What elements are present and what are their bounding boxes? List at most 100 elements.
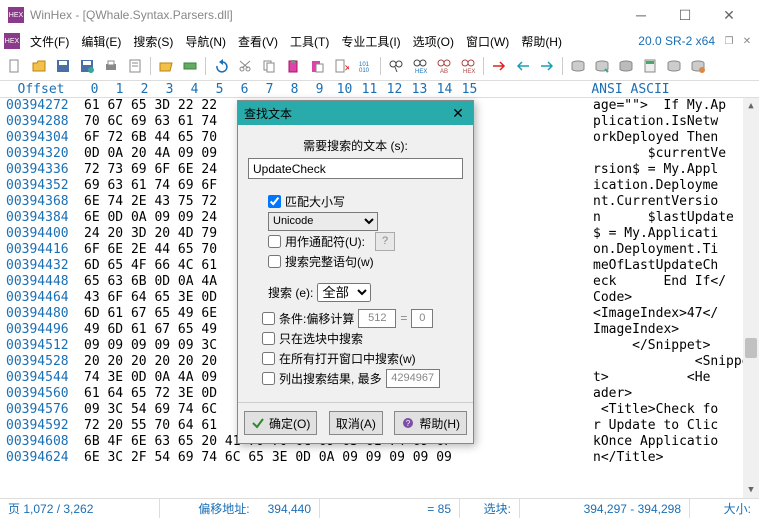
offset-header: Offset — [0, 82, 82, 97]
byte-col-header: 2 — [132, 82, 157, 97]
open-icon[interactable] — [28, 55, 50, 77]
copy-icon[interactable] — [258, 55, 280, 77]
menu-search[interactable]: 搜索(S) — [127, 31, 179, 52]
menu-nav[interactable]: 导航(N) — [179, 31, 232, 52]
disk5-icon[interactable] — [687, 55, 709, 77]
menu-file[interactable]: 文件(F) — [24, 31, 75, 52]
whole-words-checkbox[interactable] — [268, 255, 281, 268]
goto-icon[interactable] — [488, 55, 510, 77]
menu-tools[interactable]: 工具(T) — [284, 31, 335, 52]
menu-protools[interactable]: 专业工具(I) — [335, 31, 406, 52]
minimize-button[interactable]: ─ — [619, 1, 663, 29]
byte-col-header: 6 — [232, 82, 257, 97]
help-icon: ? — [401, 416, 415, 430]
find-text-dialog: 查找文本 ✕ 需要搜索的文本 (s): 匹配大小写 Unicode 用作通配符(… — [237, 100, 474, 444]
back-icon[interactable] — [512, 55, 534, 77]
scroll-down-icon[interactable]: ▼ — [743, 482, 759, 498]
all-windows-label: 在所有打开窗口中搜索(w) — [279, 350, 416, 367]
byte-col-header: 12 — [382, 82, 407, 97]
match-case-checkbox[interactable] — [268, 195, 281, 208]
svg-text:010: 010 — [359, 68, 370, 74]
byte-col-header: 5 — [207, 82, 232, 97]
svg-text:HEX: HEX — [463, 69, 475, 74]
new-icon[interactable] — [4, 55, 26, 77]
svg-text:AB: AB — [440, 69, 448, 74]
scroll-up-icon[interactable]: ▲ — [743, 98, 759, 114]
whole-words-label: 搜索完整语句(w) — [285, 253, 374, 270]
cond-offset-checkbox[interactable] — [262, 312, 275, 325]
check-icon — [251, 416, 265, 430]
list-max-input[interactable] — [386, 369, 440, 388]
svg-text:HEX: HEX — [415, 69, 427, 74]
find-icon[interactable] — [385, 55, 407, 77]
byte-col-header: 15 — [457, 82, 482, 97]
menubar: HEX 文件(F) 编辑(E) 搜索(S) 导航(N) 查看(V) 工具(T) … — [0, 30, 759, 52]
data-icon[interactable]: 101010 — [354, 55, 376, 77]
dialog-close-icon[interactable]: ✕ — [449, 105, 467, 122]
cut-icon[interactable] — [234, 55, 256, 77]
wildcards-hint-button[interactable]: ? — [375, 232, 395, 251]
calc-icon[interactable] — [639, 55, 661, 77]
byte-col-header: 1 — [107, 82, 132, 97]
menu-edit[interactable]: 编辑(E) — [75, 31, 127, 52]
clipboard-icon[interactable] — [282, 55, 304, 77]
maximize-button[interactable]: ☐ — [663, 1, 707, 29]
ascii-header: ANSI ASCII — [482, 82, 759, 97]
saveas-icon[interactable] — [76, 55, 98, 77]
cond-offset-label: 条件:偏移计算 — [279, 310, 354, 327]
byte-col-header: 4 — [182, 82, 207, 97]
byte-col-header: 3 — [157, 82, 182, 97]
find-again-icon[interactable]: HEX — [457, 55, 479, 77]
cancel-button[interactable]: 取消(A) — [329, 411, 383, 435]
disk3-icon[interactable] — [615, 55, 637, 77]
byte-col-header: 10 — [332, 82, 357, 97]
list-results-checkbox[interactable] — [262, 372, 275, 385]
menu-window[interactable]: 窗口(W) — [460, 31, 515, 52]
mdi-restore-icon[interactable]: ❐ — [721, 33, 737, 49]
search-text-input[interactable] — [248, 158, 463, 179]
find-text-icon[interactable]: AB — [433, 55, 455, 77]
scroll-thumb[interactable] — [745, 338, 757, 358]
save-icon[interactable] — [52, 55, 74, 77]
menu-help[interactable]: 帮助(H) — [515, 31, 568, 52]
byte-col-header: 7 — [257, 82, 282, 97]
vscrollbar[interactable]: ▲ ▼ — [743, 98, 759, 498]
all-windows-checkbox[interactable] — [262, 352, 275, 365]
help-button[interactable]: ? 帮助(H) — [394, 411, 467, 435]
delete-icon[interactable]: ✕ — [330, 55, 352, 77]
wildcards-label: 用作通配符(U): — [285, 233, 365, 250]
open-ram-icon[interactable] — [179, 55, 201, 77]
svg-text:✕: ✕ — [344, 63, 349, 73]
status-size-label: 大小: — [690, 499, 759, 518]
ok-button[interactable]: 确定(O) — [244, 411, 317, 435]
wildcards-checkbox[interactable] — [268, 235, 281, 248]
encoding-select[interactable]: Unicode — [268, 212, 378, 231]
byte-col-header: 9 — [307, 82, 332, 97]
doc-icon: HEX — [4, 33, 20, 49]
undo-icon[interactable] — [210, 55, 232, 77]
disk2-icon[interactable] — [591, 55, 613, 77]
disk4-icon[interactable] — [663, 55, 685, 77]
toolbar: ✕ 101010 HEX AB HEX — [0, 52, 759, 80]
status-sel-label: 选块: — [460, 499, 520, 518]
close-button[interactable]: ✕ — [707, 1, 751, 29]
svg-text:?: ? — [406, 419, 411, 428]
direction-select[interactable]: 全部 — [317, 283, 371, 302]
mdi-close-icon[interactable]: ✕ — [739, 33, 755, 49]
find-hex-icon[interactable]: HEX — [409, 55, 431, 77]
cond-val1-input[interactable] — [358, 309, 396, 328]
paste-icon[interactable] — [306, 55, 328, 77]
menu-options[interactable]: 选项(O) — [407, 31, 460, 52]
cond-val2-input[interactable] — [411, 309, 433, 328]
open-disk-icon[interactable] — [155, 55, 177, 77]
version-label: 20.0 SR-2 x64 — [638, 34, 719, 48]
print-icon[interactable] — [100, 55, 122, 77]
properties-icon[interactable] — [124, 55, 146, 77]
forward-icon[interactable] — [536, 55, 558, 77]
menu-view[interactable]: 查看(V) — [232, 31, 284, 52]
dialog-titlebar[interactable]: 查找文本 ✕ — [238, 101, 473, 125]
app-icon: HEX — [8, 7, 24, 23]
search-text-label: 需要搜索的文本 (s): — [248, 137, 463, 154]
disk1-icon[interactable] — [567, 55, 589, 77]
only-block-checkbox[interactable] — [262, 332, 275, 345]
